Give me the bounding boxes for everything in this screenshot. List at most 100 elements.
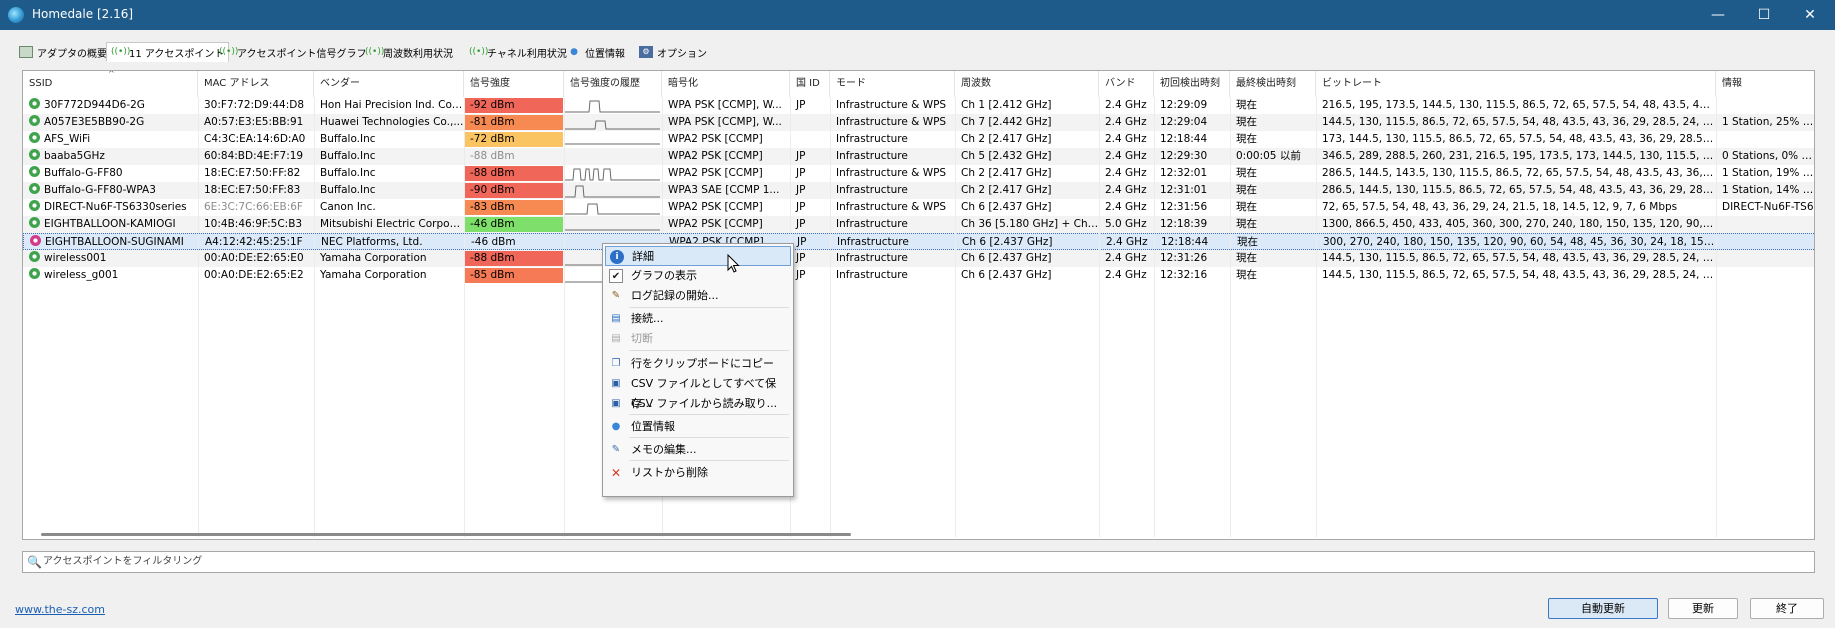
table-row[interactable]: Buffalo-G-FF80-WPA3 18:EC:E7:50:FF:83 Buff… <box>23 182 1814 199</box>
minimize-button[interactable]: — <box>1695 0 1741 30</box>
cell-bitrate: 72, 65, 57.5, 54, 48, 43, 36, 29, 24, 21… <box>1322 201 1678 213</box>
cell-mac: 18:EC:E7:50:FF:83 <box>204 184 301 196</box>
access-point-icon <box>29 166 40 177</box>
col-last-seen[interactable]: 最終検出時刻 <box>1230 71 1316 97</box>
col-country[interactable]: 国 ID <box>790 71 830 97</box>
table-row[interactable]: wireless001 00:A0:DE:E2:65:E0 Yamaha Corpo… <box>23 250 1814 267</box>
cell-mac: 10:4B:46:9F:5C:B3 <box>204 218 303 230</box>
menu-item[interactable]: ▤ 接続... <box>605 309 791 329</box>
menu-item[interactable]: i 詳細 <box>605 246 791 266</box>
menu-item[interactable]: ✕ リストから削除 <box>605 463 791 483</box>
cell-ssid: baaba5GHz <box>23 148 198 165</box>
cell-signal: -46 dBm <box>464 217 563 232</box>
copy-icon: ❐ <box>611 358 621 369</box>
tab-adapter[interactable]: アダプタの概要 <box>14 42 112 62</box>
table-row[interactable]: 30F772D944D6-2G 30:F7:72:D9:44:D8 Hon Hai … <box>23 97 1814 114</box>
menu-item-label: グラフの表示 <box>631 269 697 282</box>
cell-ssid: A057E3E5BB90-2G <box>23 114 198 131</box>
menu-item[interactable]: ● 位置情報 <box>605 417 791 437</box>
menu-item[interactable]: ▣ CSV ファイルとしてすべて保存... <box>605 374 791 410</box>
menu-item[interactable]: ✎ ログ記録の開始... <box>605 286 791 306</box>
col-band[interactable]: バンド <box>1099 71 1154 97</box>
menu-item[interactable]: ▣ CSV ファイルから読み取り... <box>605 394 791 414</box>
cell-mode: Infrastructure & WPS <box>836 116 947 128</box>
auto-refresh-button[interactable]: 自動更新 <box>1548 598 1658 619</box>
col-info[interactable]: 情報 <box>1716 71 1814 97</box>
col-vendor[interactable]: ベンダー <box>314 71 464 97</box>
tab-options[interactable]: ⚙ オプション <box>634 42 712 62</box>
cell-band: 2.4 GHz <box>1105 116 1147 128</box>
menu-item[interactable]: ✎ メモの編集... <box>605 440 791 460</box>
cell-frequency: Ch 36 [5.180 GHz] + Ch 4... <box>961 218 1099 230</box>
cell-info: 0 Stations, 0% Cha <box>1722 150 1815 162</box>
table-row[interactable]: wireless_g001 00:A0:DE:E2:65:E2 Yamaha Cor… <box>23 267 1814 284</box>
cell-vendor: NEC Platforms, Ltd. <box>321 236 423 248</box>
col-signal[interactable]: 信号強度 <box>464 71 564 97</box>
website-link[interactable]: www.the-sz.com <box>15 603 105 616</box>
exit-button[interactable]: 終了 <box>1750 598 1824 619</box>
cell-signal: -81 dBm <box>464 115 563 130</box>
table-row[interactable]: AFS_WiFi C4:3C:EA:14:6D:A0 Buffalo.Inc WPA2… <box>23 131 1814 148</box>
cell-signal: -88 dBm <box>464 251 563 266</box>
cell-mode: Infrastructure & WPS <box>836 99 947 111</box>
maximize-button[interactable]: ☐ <box>1741 0 1787 30</box>
table-row[interactable]: Buffalo-G-FF80 18:EC:E7:50:FF:82 Buffalo.I… <box>23 165 1814 182</box>
cell-frequency: Ch 7 [2.442 GHz] <box>961 116 1052 128</box>
menu-item[interactable]: ❐ 行をクリップボードにコピー <box>605 354 791 374</box>
table-row[interactable]: baaba5GHz 60:84:BD:4E:F7:19 Buffalo.Inc WPA… <box>23 148 1815 165</box>
signal-history-sparkline <box>565 229 660 231</box>
cell-country: JP <box>796 252 806 264</box>
pin-icon: ● <box>611 421 621 432</box>
cell-mac: 6E:3C:7C:66:EB:6F <box>204 201 303 213</box>
col-frequency[interactable]: 周波数 <box>955 71 1099 97</box>
filter-box[interactable]: 🔍 アクセスポイントをフィルタリング <box>22 551 1815 573</box>
menu-item-label: 位置情報 <box>631 420 675 433</box>
table-row[interactable]: EIGHTBALLOON-SUGINAMI A4:12:42:45:25:1F NE… <box>23 233 1814 250</box>
table-row[interactable]: DIRECT-Nu6F-TS6330series 6E:3C:7C:66:EB:6… <box>23 199 1814 216</box>
mouse-cursor-icon <box>727 254 740 273</box>
cell-encryption: WPA PSK [CCMP], W... <box>668 116 782 128</box>
table-row[interactable]: A057E3E5BB90-2G A0:57:E3:E5:BB:91 Huawei T… <box>23 114 1814 131</box>
cell-vendor: Canon Inc. <box>320 201 376 213</box>
access-point-list[interactable]: ^ SSID MAC アドレス ベンダー 信号強度 信号強度の履歴 暗号化 国 … <box>22 70 1815 540</box>
col-mac[interactable]: MAC アドレス <box>198 71 314 97</box>
tab-signal-graph[interactable]: ((•)) アクセスポイント信号グラフ <box>214 42 372 62</box>
col-mode[interactable]: モード <box>830 71 955 97</box>
cell-ssid: AFS_WiFi <box>23 131 198 148</box>
cell-ssid: Buffalo-G-FF80 <box>23 165 198 182</box>
col-ssid[interactable]: SSID <box>23 71 198 97</box>
app-globe-icon <box>8 7 24 23</box>
tab-frequency-usage[interactable]: ((•)) 周波数利用状況 <box>360 42 458 62</box>
menu-item-label: 接続... <box>631 312 664 325</box>
cell-bitrate: 144.5, 130, 115.5, 86.5, 72, 65, 57.5, 5… <box>1322 116 1716 128</box>
col-bitrate[interactable]: ビットレート <box>1316 71 1716 97</box>
cell-first-seen: 12:31:56 <box>1160 201 1208 213</box>
col-encryption[interactable]: 暗号化 <box>662 71 790 97</box>
col-signal-history[interactable]: 信号強度の履歴 <box>564 71 662 97</box>
cell-country: JP <box>796 184 806 196</box>
cell-ssid: wireless_g001 <box>23 267 198 284</box>
cell-band: 2.4 GHz <box>1106 236 1148 248</box>
cell-encryption: WPA2 PSK [CCMP] <box>668 167 763 179</box>
cell-mode: Infrastructure & WPS <box>836 167 947 179</box>
table-row[interactable]: EIGHTBALLOON-KAMIOGI 10:4B:46:9F:5C:B3 Mit… <box>23 216 1814 233</box>
tab-channel-usage[interactable]: ((•)) チャネル利用状況 <box>464 42 572 62</box>
horizontal-scrollbar[interactable] <box>41 533 851 536</box>
menu-item[interactable]: ✔ グラフの表示 <box>605 266 791 286</box>
column-divider <box>1099 97 1100 537</box>
cell-encryption: WPA2 PSK [CCMP] <box>668 218 763 230</box>
col-first-seen[interactable]: 初回検出時刻 <box>1154 71 1230 97</box>
cell-last-seen: 現在 <box>1236 133 1257 145</box>
close-button[interactable]: ✕ <box>1787 0 1833 30</box>
cell-encryption: WPA3 SAE [CCMP 1... <box>668 184 780 196</box>
antenna-icon: ((•)) <box>111 47 131 57</box>
cell-vendor: Buffalo.Inc <box>320 167 376 179</box>
cell-first-seen: 12:18:39 <box>1160 218 1208 230</box>
cell-ssid: DIRECT-Nu6F-TS6330series <box>23 199 198 216</box>
cell-last-seen: 0:00:05 以前 <box>1236 150 1301 162</box>
tab-access-points[interactable]: ((•)) 11 アクセスポイント <box>106 42 230 62</box>
tab-location[interactable]: ● 位置情報 <box>562 42 630 62</box>
cell-first-seen: 12:31:01 <box>1160 184 1208 196</box>
refresh-button[interactable]: 更新 <box>1668 598 1738 619</box>
cell-bitrate: 346.5, 289, 288.5, 260, 231, 216.5, 195,… <box>1322 150 1716 162</box>
